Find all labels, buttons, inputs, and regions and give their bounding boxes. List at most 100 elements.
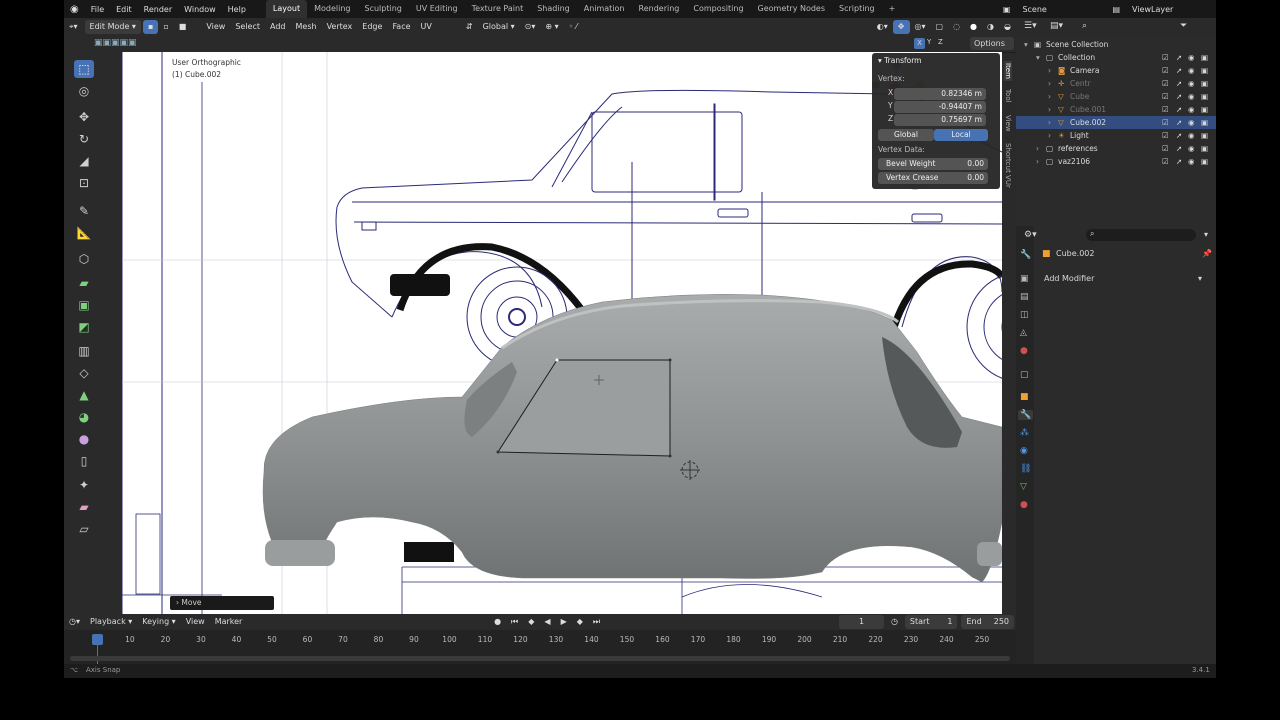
expand-chevron-icon[interactable]: › — [1048, 129, 1051, 142]
menu-select[interactable]: Select — [230, 20, 265, 34]
local-toggle[interactable]: Local — [934, 129, 988, 141]
select-tool-icon[interactable]: ⬚ — [74, 60, 94, 78]
menu-vertex[interactable]: Vertex — [322, 20, 358, 34]
outliner-row[interactable]: ▾ ▣ Scene Collection — [1016, 38, 1216, 51]
output-tab-icon[interactable]: ▤ — [1020, 292, 1029, 302]
mirror-y-toggle[interactable]: Y — [927, 38, 931, 46]
selectable-icon[interactable]: ➚ — [1176, 142, 1182, 155]
next-keyframe-icon[interactable]: ◆ — [572, 615, 588, 629]
collection-tab-icon[interactable]: ▢ — [1020, 370, 1029, 380]
modifier-tab-icon[interactable]: 🔧 — [1018, 410, 1034, 420]
vertex-select-icon[interactable]: ▪ — [142, 20, 159, 34]
outliner-row[interactable]: › ▢ references ☑ ➚ ◉ ▣ — [1016, 142, 1216, 155]
edge-slide-tool-icon[interactable]: ▯ — [74, 452, 94, 470]
tab-layout[interactable]: Layout — [265, 0, 308, 18]
render-camera-icon[interactable]: ▣ — [1201, 103, 1208, 116]
add-workspace-icon[interactable]: + — [882, 0, 903, 18]
edge-select-icon[interactable]: ▫ — [158, 20, 173, 34]
exclude-checkbox-icon[interactable]: ☑ — [1162, 103, 1169, 116]
selectable-icon[interactable]: ➚ — [1176, 155, 1182, 168]
exclude-checkbox-icon[interactable]: ☑ — [1162, 116, 1169, 129]
playhead[interactable] — [92, 634, 103, 645]
outliner-row[interactable]: › ▽ Cube ☑ ➚ ◉ ▣ — [1016, 90, 1216, 103]
tool-tab-icon[interactable]: 🔧 — [1020, 250, 1031, 260]
eye-icon[interactable]: ◉ — [1188, 64, 1195, 77]
tab-view[interactable]: View — [1004, 115, 1012, 132]
filter-icon[interactable]: ⏷ — [1180, 21, 1187, 31]
render-camera-icon[interactable]: ▣ — [1201, 129, 1208, 142]
smooth-tool-icon[interactable]: ● — [74, 430, 94, 448]
outliner-row[interactable]: › ✛ Centr ☑ ➚ ◉ ▣ — [1016, 77, 1216, 90]
pin-icon[interactable]: 📌 — [1202, 249, 1212, 258]
transform-tool-icon[interactable]: ⊡ — [74, 174, 94, 192]
rip-tool-icon[interactable]: ▱ — [74, 520, 94, 538]
world-tab-icon[interactable]: ● — [1020, 346, 1028, 356]
mode-selector[interactable]: Edit Mode ▾ — [84, 20, 141, 34]
vertex-crease-field[interactable]: Vertex Crease 0.00 — [878, 172, 988, 184]
render-camera-icon[interactable]: ▣ — [1201, 142, 1208, 155]
tab-item[interactable]: Item — [1004, 61, 1012, 81]
start-frame-field[interactable]: Start 1 — [904, 615, 958, 629]
outliner-editor-icon[interactable]: ☰▾ — [1024, 21, 1037, 31]
snap-icon[interactable]: ⊕ ▾ — [540, 20, 563, 34]
expand-chevron-icon[interactable]: ▾ — [1024, 38, 1028, 51]
record-icon[interactable]: ● — [489, 615, 506, 629]
z-field[interactable]: 0.75697 m — [894, 114, 986, 126]
render-tab-icon[interactable]: ▣ — [1020, 274, 1029, 284]
expand-chevron-icon[interactable]: › — [1048, 90, 1051, 103]
face-select-icon[interactable]: ■ — [174, 20, 192, 34]
exclude-checkbox-icon[interactable]: ☑ — [1162, 142, 1169, 155]
scene-selector[interactable]: Scene — [1016, 5, 1106, 14]
exclude-checkbox-icon[interactable]: ☑ — [1162, 129, 1169, 142]
expand-chevron-icon[interactable]: › — [1048, 103, 1051, 116]
expand-chevron-icon[interactable]: › — [1048, 77, 1051, 90]
menu-keying[interactable]: Keying ▾ — [137, 615, 180, 629]
blender-logo-icon[interactable]: ◉ — [64, 4, 85, 15]
tab-animation[interactable]: Animation — [577, 0, 632, 18]
material-tab-icon[interactable]: ● — [1020, 500, 1028, 510]
expand-chevron-icon[interactable]: › — [1048, 64, 1051, 77]
particles-tab-icon[interactable]: ⁂ — [1020, 428, 1029, 438]
mirror-z-toggle[interactable]: Z — [938, 38, 943, 46]
shading-rendered-icon[interactable]: ◒ — [999, 20, 1016, 34]
shear-tool-icon[interactable]: ▰ — [74, 498, 94, 516]
menu-timeline-view[interactable]: View — [181, 615, 210, 629]
exclude-checkbox-icon[interactable]: ☑ — [1162, 90, 1169, 103]
exclude-checkbox-icon[interactable]: ☑ — [1162, 155, 1169, 168]
menu-add[interactable]: Add — [265, 20, 291, 34]
render-camera-icon[interactable]: ▣ — [1201, 90, 1208, 103]
end-frame-field[interactable]: End 250 — [961, 615, 1015, 629]
properties-search[interactable]: ⌕ — [1086, 229, 1196, 241]
eye-icon[interactable]: ◉ — [1188, 77, 1195, 90]
selectable-icon[interactable]: ➚ — [1176, 103, 1182, 116]
outliner-row[interactable]: ▾ ▢ Collection ☑ ➚ ◉ ▣ — [1016, 51, 1216, 64]
xray-icon[interactable]: ▢ — [931, 20, 949, 34]
eye-icon[interactable]: ◉ — [1188, 155, 1195, 168]
poly-build-tool-icon[interactable]: ▲ — [74, 386, 94, 404]
prev-keyframe-icon[interactable]: ◆ — [523, 615, 539, 629]
proportional-edit-icon[interactable]: ◦ ⁄ — [564, 20, 583, 34]
visibility-icon[interactable]: ◐▾ — [872, 20, 893, 34]
timeline-scrollbar[interactable] — [70, 656, 1010, 661]
loop-cut-tool-icon[interactable]: ▥ — [74, 342, 94, 360]
menu-view[interactable]: View — [201, 20, 230, 34]
expand-chevron-icon[interactable]: › — [1036, 155, 1039, 168]
spin-tool-icon[interactable]: ◕ — [74, 408, 94, 426]
bevel-tool-icon[interactable]: ◩ — [74, 318, 94, 336]
global-toggle[interactable]: Global — [878, 129, 934, 141]
exclude-checkbox-icon[interactable]: ☑ — [1162, 77, 1169, 90]
menu-window[interactable]: Window — [178, 5, 222, 14]
rotate-tool-icon[interactable]: ↻ — [74, 130, 94, 148]
menu-file[interactable]: File — [85, 5, 110, 14]
view-layer-tab-icon[interactable]: ◫ — [1020, 310, 1029, 320]
selectable-icon[interactable]: ➚ — [1176, 64, 1182, 77]
eye-icon[interactable]: ◉ — [1188, 103, 1195, 116]
options-dropdown[interactable]: Options ▾ — [970, 37, 1014, 61]
constraints-tab-icon[interactable]: ⛓ — [1020, 464, 1031, 474]
3d-viewport[interactable]: User Orthographic (1) Cube.002 › Move — [122, 52, 1002, 614]
expand-chevron-icon[interactable]: › — [1048, 116, 1051, 129]
jump-end-icon[interactable]: ⏭ — [588, 615, 605, 629]
inset-tool-icon[interactable]: ▣ — [74, 296, 94, 314]
add-modifier-button[interactable]: Add Modifier ▾ — [1040, 272, 1206, 286]
menu-edge[interactable]: Edge — [357, 20, 387, 34]
